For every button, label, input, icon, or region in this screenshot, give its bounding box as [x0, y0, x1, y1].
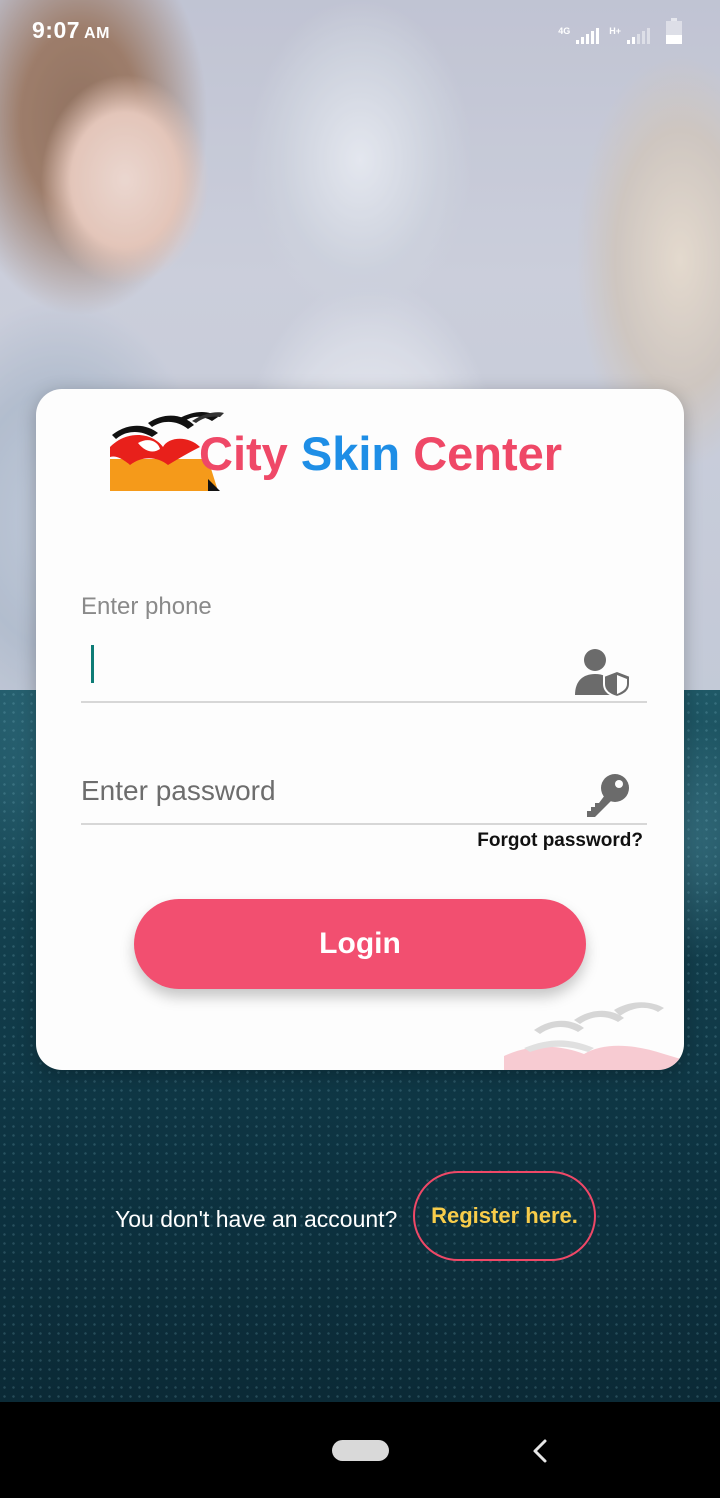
brand-title: City Skin Center [199, 426, 562, 481]
back-icon[interactable] [530, 1438, 550, 1464]
network-type-hplus: H+ [609, 26, 621, 36]
phone-input[interactable] [81, 629, 647, 703]
navigation-bar [0, 1402, 720, 1498]
network-type-4g: 4G [558, 26, 571, 36]
register-button[interactable]: Register here. [413, 1171, 596, 1261]
brand-title-skin: Skin [300, 426, 401, 480]
watermark-logo [504, 1002, 684, 1070]
key-icon [587, 774, 629, 817]
status-time: 9:07 AM [32, 17, 110, 44]
register-prompt: You don't have an account? [115, 1206, 398, 1232]
password-placeholder: Enter password [81, 775, 276, 806]
status-time-value: 9:07 [32, 17, 81, 43]
brand-title-center: Center [413, 426, 563, 480]
login-card: City Skin Center Enter phone Enter passw… [36, 389, 684, 1070]
login-button[interactable]: Login [134, 899, 586, 989]
status-icons: 4G H+ [558, 18, 682, 44]
register-row: You don't have an account? Register here… [0, 1170, 720, 1264]
signal-icon-2 [627, 28, 650, 44]
user-shield-icon [575, 649, 631, 697]
brand-title-city: City [199, 426, 288, 480]
status-bar: 9:07 AM 4G H+ [0, 0, 720, 60]
phone-field-label: Enter phone [81, 593, 212, 620]
signal-icon-1 [576, 28, 600, 44]
brand-header: City Skin Center [108, 407, 562, 491]
status-time-ampm: AM [84, 25, 110, 42]
text-caret [91, 645, 94, 683]
home-pill-button[interactable] [332, 1440, 389, 1461]
password-input[interactable]: Enter password [81, 759, 647, 825]
battery-icon [666, 18, 682, 44]
forgot-password-link[interactable]: Forgot password? [477, 830, 643, 852]
